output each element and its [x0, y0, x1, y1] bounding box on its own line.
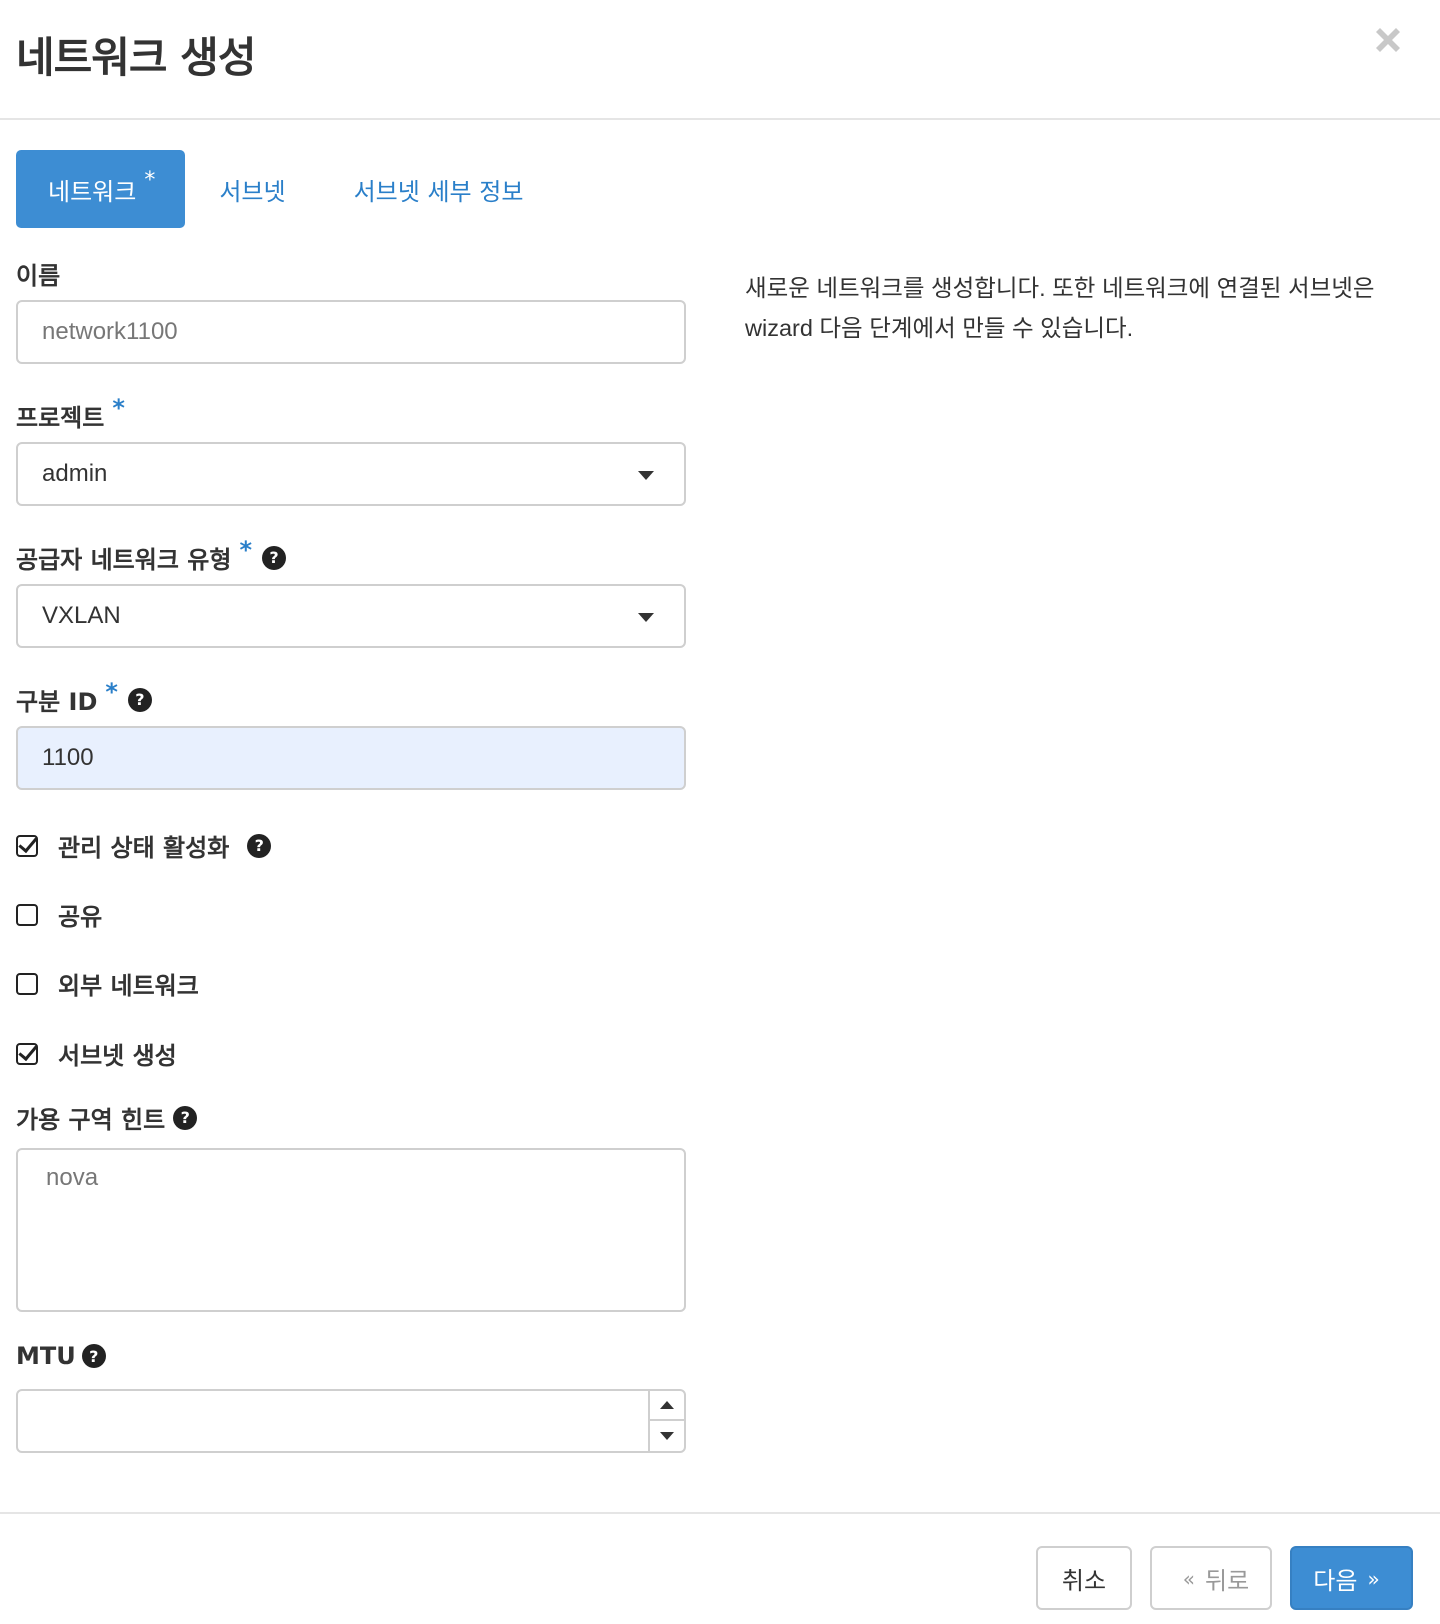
help-icon[interactable]: ?	[262, 545, 286, 570]
required-asterisk: *	[105, 677, 118, 706]
segmentation-id-input[interactable]: 1100	[16, 726, 686, 790]
provider-network-type-value: VXLAN	[42, 602, 121, 629]
az-hints-label-text: 가용 구역 힌트	[16, 1106, 166, 1134]
create-subnet-label: 서브넷 생성	[58, 1042, 177, 1070]
project-select[interactable]: admin	[16, 442, 686, 506]
next-button[interactable]: 다음 »	[1290, 1546, 1413, 1610]
close-icon[interactable]	[1370, 22, 1406, 58]
segmentation-id-label: 구분 ID * ?	[16, 678, 152, 717]
modal-footer: 취소 « 뒤로 다음 »	[0, 1512, 1440, 1624]
az-hints-label: 가용 구역 힌트 ?	[16, 1100, 198, 1135]
project-select-value: admin	[42, 460, 108, 487]
tab-subnet-label: 서브넷	[219, 177, 286, 206]
caret-down-icon	[638, 613, 654, 622]
number-spinner	[648, 1391, 684, 1451]
spinner-down-button[interactable]	[650, 1421, 684, 1451]
project-label: 프로젝트 *	[16, 394, 125, 433]
cancel-button-label: 취소	[1061, 1566, 1107, 1595]
az-hints-placeholder: nova	[46, 1164, 99, 1191]
admin-state-checkbox[interactable]	[16, 834, 38, 857]
double-chevron-right-icon: »	[1367, 1567, 1380, 1591]
next-button-label: 다음	[1313, 1566, 1358, 1595]
name-label-text: 이름	[16, 262, 61, 290]
provider-network-type-label-text: 공급자 네트워크 유형	[16, 546, 232, 574]
external-network-label: 외부 네트워크	[58, 972, 199, 1000]
segmentation-id-label-text: 구분 ID	[16, 688, 98, 716]
create-subnet-checkbox[interactable]	[16, 1042, 38, 1065]
external-network-checkbox[interactable]	[16, 972, 38, 995]
help-icon[interactable]: ?	[247, 833, 272, 858]
external-network-row: 외부 네트워크	[16, 966, 199, 1001]
admin-state-row: 관리 상태 활성화 ?	[16, 828, 272, 863]
tab-subnet[interactable]: 서브넷	[185, 150, 319, 228]
tab-subnet-details[interactable]: 서브넷 세부 정보	[320, 150, 558, 228]
caret-up-icon	[660, 1401, 674, 1409]
back-button-label: 뒤로	[1205, 1566, 1250, 1595]
mtu-input[interactable]	[16, 1389, 686, 1453]
spinner-up-button[interactable]	[650, 1391, 684, 1421]
mtu-label: MTU ?	[16, 1342, 106, 1370]
segmentation-id-value: 1100	[42, 744, 94, 771]
caret-down-icon	[660, 1432, 674, 1440]
caret-down-icon	[638, 471, 654, 480]
name-input[interactable]: network1100	[16, 300, 686, 364]
wizard-tabs: 네트워크 * 서브넷 서브넷 세부 정보	[16, 150, 557, 228]
shared-checkbox[interactable]	[16, 903, 38, 926]
shared-row: 공유	[16, 897, 102, 932]
shared-label: 공유	[58, 903, 103, 931]
help-icon[interactable]: ?	[173, 1105, 198, 1130]
name-input-placeholder: network1100	[42, 318, 178, 345]
mtu-label-text: MTU	[16, 1342, 76, 1370]
provider-network-type-select[interactable]: VXLAN	[16, 584, 686, 648]
step-description: 새로운 네트워크를 생성합니다. 또한 네트워크에 연결된 서브넷은 wizar…	[745, 275, 1375, 341]
cancel-button[interactable]: 취소	[1036, 1546, 1132, 1610]
create-subnet-row: 서브넷 생성	[16, 1036, 177, 1071]
name-label: 이름	[16, 256, 60, 291]
tab-network-label: 네트워크	[48, 177, 137, 206]
tab-subnet-details-label: 서브넷 세부 정보	[353, 177, 524, 206]
az-hints-textarea[interactable]: nova	[16, 1148, 686, 1312]
provider-network-type-label: 공급자 네트워크 유형 * ?	[16, 536, 286, 575]
help-icon[interactable]: ?	[81, 1344, 106, 1368]
modal-header: 네트워크 생성	[0, 0, 1440, 120]
double-chevron-left-icon: «	[1182, 1567, 1196, 1591]
back-button[interactable]: « 뒤로	[1150, 1546, 1272, 1610]
tab-network[interactable]: 네트워크 *	[16, 150, 186, 228]
required-asterisk: *	[112, 393, 125, 422]
project-label-text: 프로젝트	[16, 404, 105, 432]
admin-state-label: 관리 상태 활성화	[58, 834, 230, 862]
help-icon[interactable]: ?	[127, 687, 152, 712]
required-asterisk: *	[144, 167, 156, 193]
required-asterisk: *	[239, 535, 252, 564]
modal-title: 네트워크 생성	[16, 33, 256, 82]
